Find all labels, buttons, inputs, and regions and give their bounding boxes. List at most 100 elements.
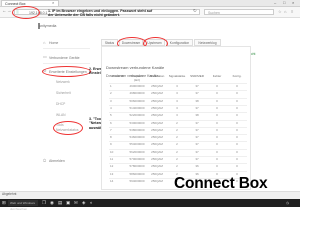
browser-taskbar-icon[interactable]: ◉ bbox=[50, 200, 54, 206]
window-close-icon[interactable]: × bbox=[292, 0, 294, 6]
sidebar-divider bbox=[43, 63, 90, 64]
table-header-cell: Signalstärke bbox=[168, 74, 186, 78]
table-cell: 7 bbox=[110, 127, 112, 132]
table-cell: 37 bbox=[195, 135, 199, 140]
table-cell: 0 bbox=[216, 113, 218, 118]
sidebar-sub-wlan[interactable]: WLAN bbox=[56, 113, 66, 117]
table-cell: 522000000 bbox=[129, 113, 145, 118]
maximize-icon[interactable]: □ bbox=[283, 0, 285, 6]
table-cell: 2 bbox=[176, 149, 178, 154]
table-cell: 0 bbox=[236, 113, 238, 118]
table-cell: 36 bbox=[195, 164, 199, 169]
devices-icon: ▭ bbox=[43, 54, 47, 59]
table-cell: 0 bbox=[236, 164, 238, 169]
bookmark-icon[interactable]: ☆ bbox=[278, 9, 282, 14]
sidebar-item-home[interactable]: Home bbox=[49, 41, 58, 45]
annotation-step1: 1. IP im Browser eingeben und einloggen.… bbox=[48, 9, 153, 18]
table-cell: 256QAM bbox=[151, 127, 163, 132]
sidebar-item-devices[interactable]: Verbundene Geräte bbox=[49, 56, 80, 60]
table-cell: 570000000 bbox=[129, 157, 145, 161]
table-cell: 0 bbox=[236, 120, 238, 125]
table-cell: 586000000 bbox=[129, 171, 145, 176]
table-header-cell: Korrig. bbox=[232, 74, 242, 78]
home-toolbar-icon[interactable]: ⌂ bbox=[284, 9, 286, 14]
table-cell: 14 bbox=[110, 178, 114, 183]
tools-highlight-circle bbox=[53, 121, 83, 135]
table-cell: 2 bbox=[176, 164, 178, 169]
table-cell: 2 bbox=[176, 157, 178, 161]
windows-start-icon[interactable]: ⊞ bbox=[2, 200, 6, 206]
sidebar-sub-network[interactable]: Netzwerk bbox=[56, 80, 70, 84]
table-cell: 0 bbox=[216, 142, 218, 147]
table-cell: 37 bbox=[195, 127, 199, 132]
table-cell: 4 bbox=[110, 105, 112, 110]
table-cell: 546000000 bbox=[129, 135, 145, 140]
browser-statusbar bbox=[0, 191, 300, 199]
table-cell: 37 bbox=[195, 105, 199, 110]
table-cell: 256QAM bbox=[151, 171, 163, 176]
app2-taskbar-icon[interactable]: ◐ bbox=[90, 200, 93, 205]
minimize-icon[interactable]: – bbox=[274, 0, 276, 6]
explorer-taskbar-icon[interactable]: ▤ bbox=[58, 200, 62, 206]
table-header-cell: Modulation bbox=[149, 74, 165, 78]
browser-tab[interactable]: Connect Box bbox=[1, 0, 59, 6]
table-cell: 37 bbox=[195, 84, 199, 88]
sidebar-sub-dhcp[interactable]: DHCP bbox=[56, 102, 65, 106]
table-cell: 256QAM bbox=[151, 98, 163, 103]
table-cell: 38 bbox=[195, 98, 199, 103]
app-taskbar-icon[interactable]: ◈ bbox=[82, 200, 85, 206]
tab-netlog[interactable]: Netzwerklog bbox=[194, 39, 221, 46]
table-header-cell: Frequenz (Hz) bbox=[130, 74, 144, 82]
forward-icon[interactable]: → bbox=[7, 8, 12, 13]
table-cell: 38 bbox=[195, 113, 199, 118]
table-cell: 0 bbox=[236, 135, 238, 140]
table-cell: 3 bbox=[110, 98, 112, 103]
table-cell: 3 bbox=[176, 98, 178, 103]
table-cell: 0 bbox=[216, 105, 218, 110]
mail-taskbar-icon[interactable]: ✉ bbox=[74, 200, 78, 206]
store-taskbar-icon[interactable]: ▣ bbox=[66, 200, 70, 206]
taskbar-search-input[interactable]: Web und Windows durchsuchen bbox=[8, 200, 38, 211]
table-cell: 0 bbox=[216, 164, 218, 169]
logo: unitymedia bbox=[39, 24, 57, 28]
table-cell: 0 bbox=[216, 157, 218, 161]
table-cell: 2 bbox=[176, 120, 178, 125]
table-cell: 490000000 bbox=[129, 84, 145, 88]
table-cell: 3 bbox=[176, 84, 178, 88]
table-cell: 0 bbox=[216, 120, 218, 125]
home-icon: ⌂ bbox=[43, 40, 46, 45]
table-cell: 0 bbox=[236, 157, 238, 161]
table-header-cell: Kanal ID bbox=[112, 74, 124, 78]
table-cell: 256QAM bbox=[151, 84, 163, 88]
search-input[interactable]: Suchen bbox=[204, 9, 274, 15]
table-cell: 0 bbox=[236, 98, 238, 103]
back-icon[interactable]: ← bbox=[2, 8, 7, 13]
tab-config[interactable]: Konfiguration bbox=[166, 39, 193, 46]
table-cell: 256QAM bbox=[151, 120, 163, 125]
table-cell: 3 bbox=[176, 91, 178, 96]
table-cell: 2 bbox=[176, 142, 178, 147]
table-cell: 13 bbox=[110, 171, 114, 176]
sidebar-sub-security[interactable]: Sicherheit bbox=[56, 91, 71, 95]
table-header-cell: Fehler bbox=[212, 74, 222, 78]
table-cell: 514000000 bbox=[129, 105, 145, 110]
table-cell: 0 bbox=[236, 127, 238, 132]
table-cell: 0 bbox=[236, 105, 238, 110]
task-view-icon[interactable]: ❐ bbox=[42, 200, 46, 206]
reload-icon[interactable]: ↻ bbox=[193, 8, 197, 14]
close-icon[interactable]: × bbox=[52, 0, 54, 6]
sidebar-divider bbox=[43, 48, 90, 49]
table-cell: 554000000 bbox=[129, 142, 145, 147]
table-cell: 0 bbox=[216, 91, 218, 96]
table-header-cell: SNR/MER bbox=[190, 74, 204, 78]
table-cell: 256QAM bbox=[151, 157, 163, 161]
menu-icon[interactable]: ≡ bbox=[291, 9, 293, 14]
clock-icon: ◷ bbox=[286, 201, 290, 205]
table-cell: 256QAM bbox=[151, 91, 163, 96]
url-highlight-circle bbox=[12, 6, 40, 19]
sidebar-logout[interactable]: Abmelden bbox=[49, 159, 65, 163]
table-cell: 37 bbox=[195, 120, 199, 125]
table-cell: 594000000 bbox=[129, 178, 145, 183]
tab-status[interactable]: Status bbox=[101, 39, 118, 46]
table-cell: 37 bbox=[195, 149, 199, 154]
